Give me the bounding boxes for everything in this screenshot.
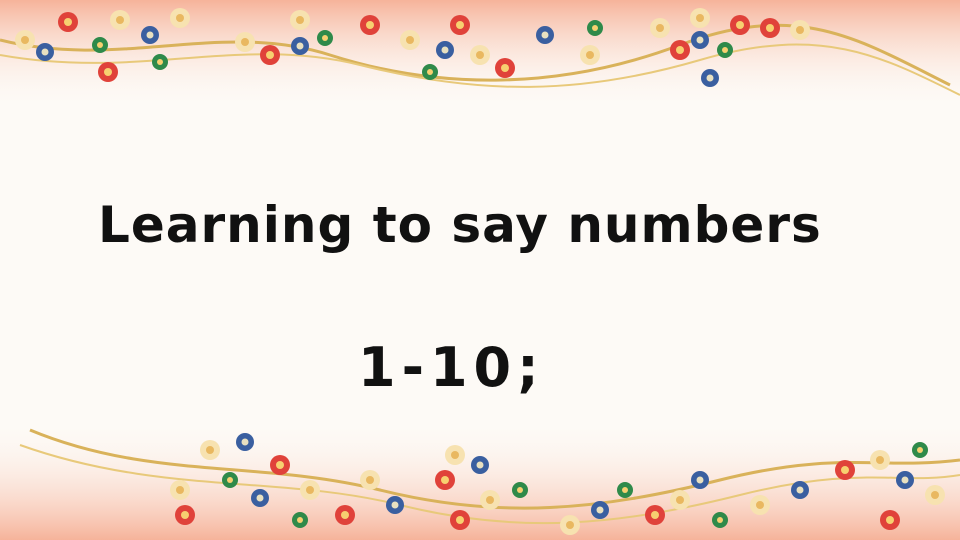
slide-subtitle: 1-10; — [358, 336, 545, 399]
slide-title: Learning to say numbers — [98, 196, 822, 254]
top-floral-border — [0, 0, 960, 110]
slide: Learning to say numbers 1-10; — [0, 0, 960, 540]
bottom-floral-border — [0, 420, 960, 540]
